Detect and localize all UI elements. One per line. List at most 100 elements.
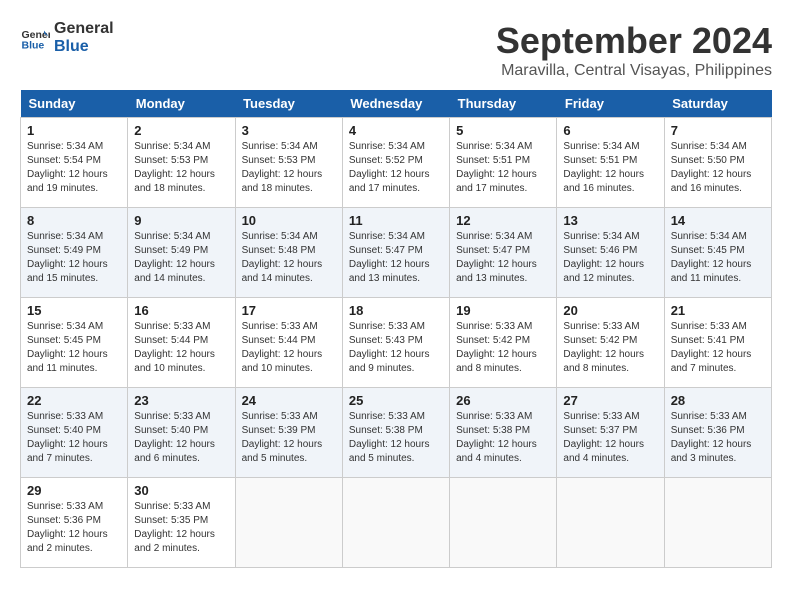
- day-info: Sunrise: 5:34 AMSunset: 5:51 PMDaylight:…: [456, 140, 550, 196]
- day-cell-7: 7 Sunrise: 5:34 AMSunset: 5:50 PMDaylight…: [664, 118, 771, 208]
- day-info: Sunrise: 5:33 AMSunset: 5:43 PMDaylight:…: [349, 320, 443, 376]
- week-row-2: 8 Sunrise: 5:34 AMSunset: 5:49 PMDaylight…: [21, 208, 772, 298]
- month-title: September 2024: [496, 20, 772, 62]
- day-number: 6: [563, 123, 657, 138]
- day-number: 17: [242, 303, 336, 318]
- day-number: 23: [134, 393, 228, 408]
- day-number: 11: [349, 213, 443, 228]
- day-number: 26: [456, 393, 550, 408]
- day-number: 29: [27, 483, 121, 498]
- day-cell-25: 25 Sunrise: 5:33 AMSunset: 5:38 PMDayligh…: [342, 388, 449, 478]
- empty-cell: [557, 478, 664, 568]
- day-info: Sunrise: 5:33 AMSunset: 5:44 PMDaylight:…: [134, 320, 228, 376]
- weekday-header-sunday: Sunday: [21, 90, 128, 118]
- day-info: Sunrise: 5:34 AMSunset: 5:53 PMDaylight:…: [134, 140, 228, 196]
- weekday-header-monday: Monday: [128, 90, 235, 118]
- empty-cell: [450, 478, 557, 568]
- day-number: 27: [563, 393, 657, 408]
- day-number: 4: [349, 123, 443, 138]
- day-cell-26: 26Sunrise: 5:33 AMSunset: 5:38 PMDayligh…: [450, 388, 557, 478]
- logo-general: General: [54, 20, 114, 38]
- empty-cell: [342, 478, 449, 568]
- day-info: Sunrise: 5:33 AMSunset: 5:36 PMDaylight:…: [27, 500, 121, 556]
- day-number: 22: [27, 393, 121, 408]
- day-info: Sunrise: 5:34 AMSunset: 5:45 PMDaylight:…: [671, 230, 765, 286]
- day-number: 8: [27, 213, 121, 228]
- day-info: Sunrise: 5:33 AMSunset: 5:39 PMDaylight:…: [242, 410, 336, 466]
- day-info: Sunrise: 5:34 AMSunset: 5:45 PMDaylight:…: [27, 320, 121, 376]
- day-number: 14: [671, 213, 765, 228]
- day-number: 20: [563, 303, 657, 318]
- day-cell-28: 28Sunrise: 5:33 AMSunset: 5:36 PMDayligh…: [664, 388, 771, 478]
- day-info: Sunrise: 5:33 AMSunset: 5:36 PMDaylight:…: [671, 410, 765, 466]
- day-cell-30: 30Sunrise: 5:33 AMSunset: 5:35 PMDayligh…: [128, 478, 235, 568]
- logo-blue: Blue: [54, 38, 114, 56]
- day-cell-20: 20 Sunrise: 5:33 AMSunset: 5:42 PMDayligh…: [557, 298, 664, 388]
- day-cell-2: 2 Sunrise: 5:34 AMSunset: 5:53 PMDaylight…: [128, 118, 235, 208]
- day-info: Sunrise: 5:34 AMSunset: 5:47 PMDaylight:…: [349, 230, 443, 286]
- day-cell-16: 16 Sunrise: 5:33 AMSunset: 5:44 PMDayligh…: [128, 298, 235, 388]
- day-number: 2: [134, 123, 228, 138]
- day-number: 19: [456, 303, 550, 318]
- logo: General Blue General Blue: [20, 20, 114, 56]
- title-area: September 2024 Maravilla, Central Visaya…: [496, 20, 772, 80]
- day-info: Sunrise: 5:34 AMSunset: 5:49 PMDaylight:…: [27, 230, 121, 286]
- day-info: Sunrise: 5:34 AMSunset: 5:54 PMDaylight:…: [27, 140, 121, 196]
- day-number: 9: [134, 213, 228, 228]
- day-cell-29: 29 Sunrise: 5:33 AMSunset: 5:36 PMDayligh…: [21, 478, 128, 568]
- week-row-3: 15Sunrise: 5:34 AMSunset: 5:45 PMDayligh…: [21, 298, 772, 388]
- svg-text:Blue: Blue: [22, 40, 45, 52]
- day-cell-4: 4 Sunrise: 5:34 AMSunset: 5:52 PMDaylight…: [342, 118, 449, 208]
- weekday-header-row: SundayMondayTuesdayWednesdayThursdayFrid…: [21, 90, 772, 118]
- day-cell-21: 21 Sunrise: 5:33 AMSunset: 5:41 PMDayligh…: [664, 298, 771, 388]
- day-number: 18: [349, 303, 443, 318]
- day-info: Sunrise: 5:33 AMSunset: 5:44 PMDaylight:…: [242, 320, 336, 376]
- day-number: 7: [671, 123, 765, 138]
- weekday-header-friday: Friday: [557, 90, 664, 118]
- day-number: 3: [242, 123, 336, 138]
- day-info: Sunrise: 5:33 AMSunset: 5:41 PMDaylight:…: [671, 320, 765, 376]
- day-cell-6: 6 Sunrise: 5:34 AMSunset: 5:51 PMDaylight…: [557, 118, 664, 208]
- day-info: Sunrise: 5:34 AMSunset: 5:49 PMDaylight:…: [134, 230, 228, 286]
- day-info: Sunrise: 5:33 AMSunset: 5:35 PMDaylight:…: [134, 500, 228, 556]
- day-info: Sunrise: 5:34 AMSunset: 5:48 PMDaylight:…: [242, 230, 336, 286]
- day-cell-19: 19Sunrise: 5:33 AMSunset: 5:42 PMDayligh…: [450, 298, 557, 388]
- weekday-header-wednesday: Wednesday: [342, 90, 449, 118]
- day-number: 12: [456, 213, 550, 228]
- logo-icon: General Blue: [20, 23, 50, 53]
- day-info: Sunrise: 5:33 AMSunset: 5:38 PMDaylight:…: [349, 410, 443, 466]
- day-info: Sunrise: 5:34 AMSunset: 5:52 PMDaylight:…: [349, 140, 443, 196]
- day-number: 25: [349, 393, 443, 408]
- day-cell-9: 9 Sunrise: 5:34 AMSunset: 5:49 PMDaylight…: [128, 208, 235, 298]
- day-number: 13: [563, 213, 657, 228]
- day-info: Sunrise: 5:34 AMSunset: 5:50 PMDaylight:…: [671, 140, 765, 196]
- location-title: Maravilla, Central Visayas, Philippines: [496, 62, 772, 80]
- week-row-1: 1Sunrise: 5:34 AMSunset: 5:54 PMDaylight…: [21, 118, 772, 208]
- day-number: 10: [242, 213, 336, 228]
- day-number: 21: [671, 303, 765, 318]
- day-info: Sunrise: 5:34 AMSunset: 5:46 PMDaylight:…: [563, 230, 657, 286]
- day-cell-3: 3 Sunrise: 5:34 AMSunset: 5:53 PMDaylight…: [235, 118, 342, 208]
- day-cell-8: 8 Sunrise: 5:34 AMSunset: 5:49 PMDaylight…: [21, 208, 128, 298]
- day-cell-14: 14 Sunrise: 5:34 AMSunset: 5:45 PMDayligh…: [664, 208, 771, 298]
- day-number: 16: [134, 303, 228, 318]
- day-info: Sunrise: 5:34 AMSunset: 5:53 PMDaylight:…: [242, 140, 336, 196]
- day-info: Sunrise: 5:33 AMSunset: 5:42 PMDaylight:…: [563, 320, 657, 376]
- day-info: Sunrise: 5:34 AMSunset: 5:51 PMDaylight:…: [563, 140, 657, 196]
- day-info: Sunrise: 5:33 AMSunset: 5:40 PMDaylight:…: [27, 410, 121, 466]
- day-cell-23: 23 Sunrise: 5:33 AMSunset: 5:40 PMDayligh…: [128, 388, 235, 478]
- day-cell-17: 17 Sunrise: 5:33 AMSunset: 5:44 PMDayligh…: [235, 298, 342, 388]
- day-info: Sunrise: 5:33 AMSunset: 5:40 PMDaylight:…: [134, 410, 228, 466]
- day-cell-10: 10 Sunrise: 5:34 AMSunset: 5:48 PMDayligh…: [235, 208, 342, 298]
- day-cell-18: 18 Sunrise: 5:33 AMSunset: 5:43 PMDayligh…: [342, 298, 449, 388]
- day-cell-12: 12 Sunrise: 5:34 AMSunset: 5:47 PMDayligh…: [450, 208, 557, 298]
- week-row-4: 22 Sunrise: 5:33 AMSunset: 5:40 PMDayligh…: [21, 388, 772, 478]
- day-cell-27: 27Sunrise: 5:33 AMSunset: 5:37 PMDayligh…: [557, 388, 664, 478]
- day-cell-24: 24 Sunrise: 5:33 AMSunset: 5:39 PMDayligh…: [235, 388, 342, 478]
- day-cell-22: 22 Sunrise: 5:33 AMSunset: 5:40 PMDayligh…: [21, 388, 128, 478]
- day-cell-1: 1Sunrise: 5:34 AMSunset: 5:54 PMDaylight…: [21, 118, 128, 208]
- day-number: 24: [242, 393, 336, 408]
- weekday-header-saturday: Saturday: [664, 90, 771, 118]
- day-info: Sunrise: 5:34 AMSunset: 5:47 PMDaylight:…: [456, 230, 550, 286]
- empty-cell: [235, 478, 342, 568]
